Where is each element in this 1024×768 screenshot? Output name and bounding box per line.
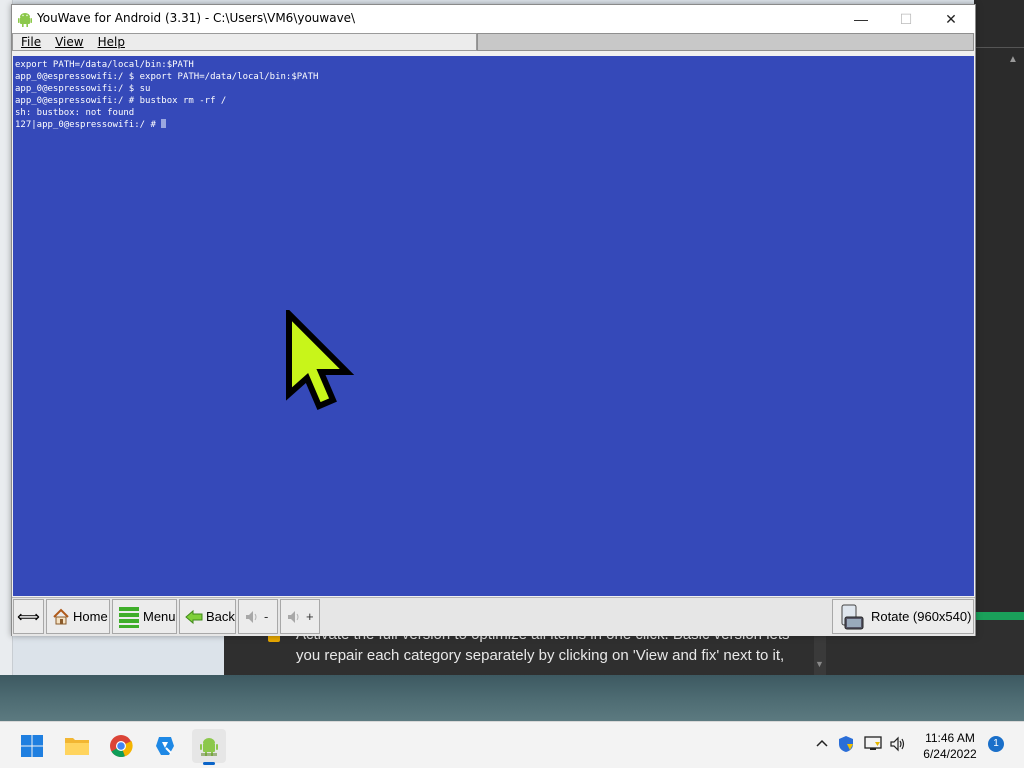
speaker-icon [246, 610, 257, 623]
menu-label: Menu [143, 609, 176, 624]
volume-down-button[interactable]: - [238, 599, 278, 634]
text-cursor [161, 119, 167, 128]
rotate-device-icon [841, 604, 864, 629]
terminal-line: sh: bustbox: not found [15, 108, 135, 118]
terminal-line: app_0@espressowifi:/ # bustbox rm -rf / [15, 96, 227, 106]
repair-tool-button[interactable] [148, 729, 182, 763]
volume-icon [890, 736, 905, 752]
back-label: Back [206, 609, 235, 624]
title-bar[interactable]: YouWave for Android (3.31) - C:\Users\VM… [12, 5, 975, 33]
resize-arrows-icon: ⟺ [17, 608, 40, 626]
android-icon [200, 738, 218, 756]
back-button[interactable]: Back [179, 599, 236, 634]
youwave-taskbar-button[interactable] [192, 729, 226, 765]
home-icon [53, 608, 69, 624]
terminal-line: app_0@espressowifi:/ $ export PATH=/data… [15, 72, 319, 82]
taskbar: 11:46 AM 6/24/2022 1 [0, 721, 1024, 768]
clock-date: 6/24/2022 [923, 747, 977, 761]
terminal-line: export PATH=/data/local/bin:$PATH [15, 60, 194, 70]
home-button[interactable]: Home [46, 599, 110, 634]
divider [974, 47, 1024, 48]
chrome-button[interactable] [104, 729, 138, 763]
speaker-icon [288, 610, 299, 623]
back-arrow-icon [185, 609, 203, 624]
volume-down-label: - [264, 609, 269, 624]
menu-bar: File View Help [12, 33, 477, 51]
repair-tool-icon [156, 737, 174, 755]
volume-up-button[interactable]: + [280, 599, 320, 634]
home-label: Home [73, 609, 108, 624]
window-title: YouWave for Android (3.31) - C:\Users\VM… [37, 11, 356, 25]
youwave-window: YouWave for Android (3.31) - C:\Users\VM… [11, 4, 976, 636]
resize-button[interactable]: ⟺ [13, 599, 44, 634]
terminal-line: app_0@espressowifi:/ $ su [15, 84, 151, 94]
rotate-label: Rotate (960x540) [871, 609, 972, 624]
background-app-right-panel: ▲ [974, 0, 1024, 675]
menu-bar-filler [477, 33, 974, 51]
file-explorer-button[interactable] [60, 729, 94, 763]
network-tray-button[interactable] [864, 736, 882, 755]
shield-warning-icon [839, 736, 853, 752]
notification-badge[interactable]: 1 [988, 736, 1004, 752]
windows-logo-icon [21, 735, 43, 757]
system-clock[interactable]: 11:46 AM 6/24/2022 [915, 730, 985, 762]
clock-time: 11:46 AM [925, 731, 975, 745]
menu-file[interactable]: File [13, 35, 47, 49]
menu-list-icon [119, 606, 139, 628]
close-button[interactable]: ✕ [928, 5, 974, 33]
scroll-up-icon[interactable]: ▲ [1008, 55, 1018, 95]
security-tray-button[interactable] [838, 735, 854, 756]
terminal-line: 127|app_0@espressowifi:/ # [15, 120, 162, 130]
terminal-output: export PATH=/data/local/bin:$PATH app_0@e… [15, 59, 318, 131]
network-icon [864, 736, 882, 750]
scroll-down-icon[interactable]: ▼ [815, 659, 824, 669]
folder-icon [65, 738, 89, 755]
menu-help[interactable]: Help [90, 35, 131, 49]
terminal-prompt-row[interactable]: 127|app_0@espressowifi:/ # [15, 119, 318, 131]
volume-tray-button[interactable] [889, 736, 907, 755]
menu-button[interactable]: Menu [112, 599, 177, 634]
chrome-icon [110, 735, 133, 758]
android-screen[interactable]: export PATH=/data/local/bin:$PATH app_0@e… [13, 56, 974, 596]
mouse-pointer-icon [286, 310, 355, 410]
start-button[interactable] [15, 729, 49, 763]
android-app-icon [18, 13, 32, 27]
menu-view[interactable]: View [47, 35, 89, 49]
volume-up-label: + [306, 609, 314, 624]
chevron-up-icon [816, 739, 828, 747]
minimize-button[interactable]: — [838, 5, 884, 33]
emulator-toolbar: ⟺ Home Menu Back - + Rotate (960x540) [12, 597, 975, 636]
show-hidden-icons-button[interactable] [815, 736, 829, 751]
rotate-button[interactable]: Rotate (960x540) [832, 599, 974, 634]
desktop-wallpaper [0, 675, 1024, 721]
maximize-button[interactable]: ☐ [883, 5, 929, 33]
